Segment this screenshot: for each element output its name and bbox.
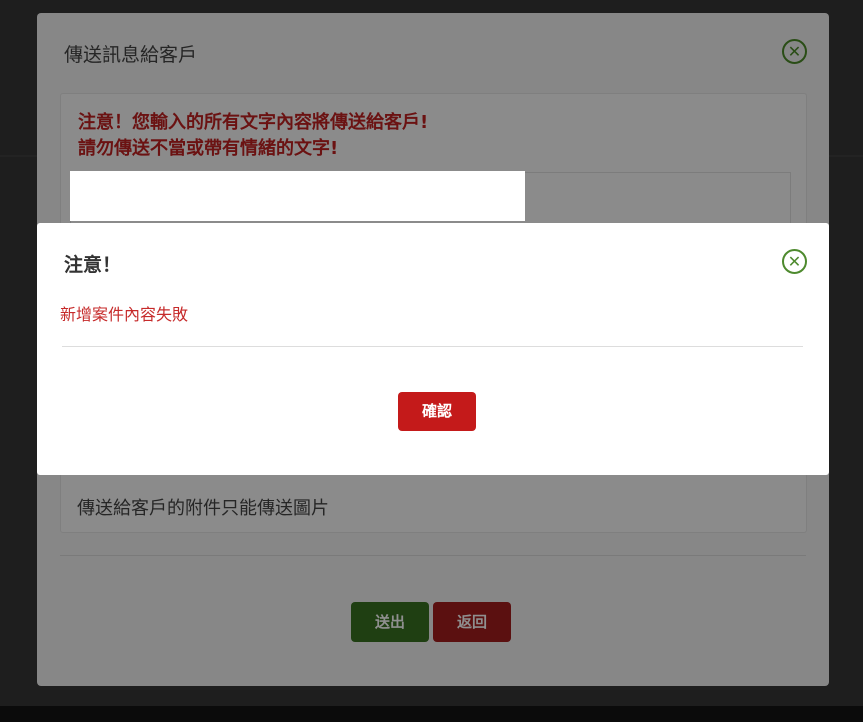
warning-text-line1: 注意！您輸入的所有文字內容將傳送給客戶! [78, 112, 429, 133]
warning-text-line2: 請勿傳送不當或帶有情緒的文字! [78, 138, 339, 159]
compose-close-icon[interactable]: ✕ [782, 39, 807, 64]
send-button[interactable]: 送出 [351, 602, 429, 642]
alert-close-icon[interactable]: ✕ [782, 249, 807, 274]
return-button[interactable]: 返回 [433, 602, 511, 642]
compose-modal-title: 傳送訊息給客戶 [64, 44, 198, 66]
alert-dialog: 注意！ ✕ 新增案件內容失敗 確認 [37, 223, 829, 475]
alert-divider [62, 346, 803, 347]
compose-divider [60, 555, 806, 556]
alert-title: 注意！ [64, 254, 122, 276]
editor-toolbar-area [70, 171, 525, 221]
alert-message: 新增案件內容失敗 [60, 305, 189, 324]
attachment-note: 傳送給客戶的附件只能傳送圖片 [77, 498, 329, 519]
attachment-panel: 傳送給客戶的附件只能傳送圖片 [60, 473, 807, 533]
confirm-button[interactable]: 確認 [398, 392, 476, 431]
bottom-bar [0, 706, 863, 722]
